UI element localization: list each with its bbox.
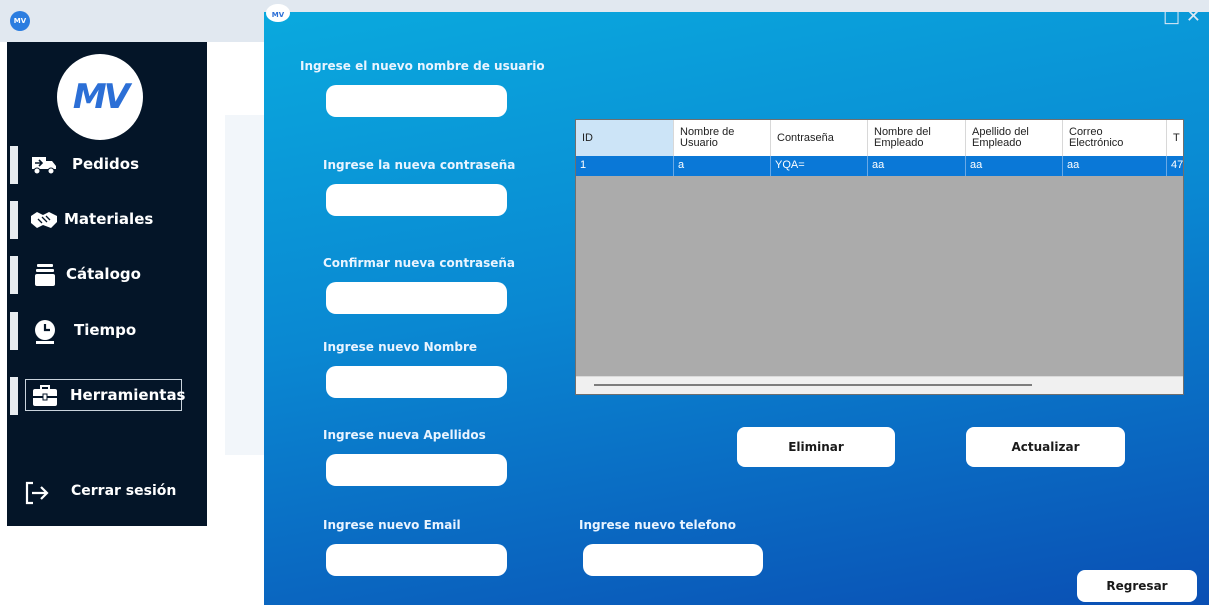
phone-input[interactable] (583, 544, 763, 576)
users-grid[interactable]: ID Nombre de Usuario Contraseña Nombre d… (575, 119, 1184, 395)
sidebar-item-label: Materiales (64, 210, 154, 228)
table-cell[interactable]: aa (1063, 156, 1167, 176)
minimize-icon[interactable]: □ (1163, 6, 1180, 27)
table-cell[interactable]: a (674, 156, 771, 176)
sidebar-item-label: Tiempo (74, 321, 137, 339)
logout-button[interactable]: Cerrar sesión (7, 474, 207, 512)
name-input[interactable] (326, 366, 507, 398)
name-label: Ingrese nuevo Nombre (323, 340, 478, 354)
table-cell[interactable]: 1 (576, 156, 674, 176)
email-label: Ingrese nuevo Email (323, 518, 461, 532)
nav-indicator (10, 201, 18, 239)
column-header[interactable]: Nombre del Empleado (868, 120, 966, 156)
sidebar-item-tiempo[interactable]: Tiempo (7, 312, 207, 350)
outer-content-panel (225, 115, 265, 455)
nav-indicator (10, 377, 18, 415)
sidebar-item-materiales[interactable]: Materiales (7, 201, 207, 239)
clock-icon (32, 319, 58, 344)
brand-logo: MV (57, 54, 143, 140)
sidebar-item-label: Cátalogo (66, 265, 141, 283)
window-controls: □ ✕ (1163, 6, 1201, 27)
close-icon[interactable]: ✕ (1186, 6, 1201, 27)
logout-icon (24, 481, 50, 505)
toolbox-icon (32, 384, 58, 408)
username-input[interactable] (326, 85, 507, 117)
horizontal-scrollbar[interactable] (576, 376, 1183, 394)
column-header[interactable]: Nombre de Usuario (674, 120, 771, 156)
table-cell[interactable]: YQA= (771, 156, 868, 176)
phone-label: Ingrese nuevo telefono (579, 518, 736, 532)
delete-button[interactable]: Eliminar (737, 427, 895, 467)
sidebar-item-catalogo[interactable]: Cátalogo (7, 256, 207, 294)
confirm-password-label: Confirmar nueva contraseña (323, 256, 515, 270)
table-cell[interactable]: aa (868, 156, 966, 176)
sidebar: MV Pedidos Materiales Cátalogo Tiempo He… (7, 42, 207, 526)
password-input[interactable] (326, 184, 507, 216)
sidebar-item-label: Herramientas (70, 386, 186, 404)
sidebar-item-herramientas[interactable]: Herramientas (7, 377, 207, 415)
username-label: Ingrese el nuevo nombre de usuario (300, 59, 545, 73)
nav-indicator (10, 146, 18, 184)
lastname-input[interactable] (326, 454, 507, 486)
sidebar-item-pedidos[interactable]: Pedidos (7, 146, 207, 184)
column-header[interactable]: T (1167, 120, 1183, 156)
sidebar-item-label: Pedidos (72, 155, 140, 173)
confirm-password-input[interactable] (326, 282, 507, 314)
truck-icon (31, 153, 57, 177)
grid-header: ID Nombre de Usuario Contraseña Nombre d… (576, 120, 1183, 157)
logout-label: Cerrar sesión (71, 483, 177, 499)
back-button[interactable]: Regresar (1077, 570, 1197, 602)
scrollbar-thumb[interactable] (594, 384, 1032, 386)
password-label: Ingrese la nueva contraseña (323, 158, 516, 172)
table-cell[interactable]: aa (966, 156, 1063, 176)
column-header[interactable]: ID (576, 120, 674, 156)
email-input[interactable] (326, 544, 507, 576)
nav-indicator (10, 256, 18, 294)
column-header[interactable]: Contraseña (771, 120, 868, 156)
window-logo-icon: MV (266, 4, 290, 22)
column-header[interactable]: Apellido del Empleado (966, 120, 1063, 156)
layers-icon (32, 263, 58, 287)
column-header[interactable]: Correo Electrónico (1063, 120, 1167, 156)
nav-indicator (10, 312, 18, 350)
app-logo-icon: MV (10, 11, 30, 31)
table-row[interactable]: 1 a YQA= aa aa aa 47 (576, 156, 1183, 176)
update-button[interactable]: Actualizar (966, 427, 1125, 467)
lastname-label: Ingrese nueva Apellidos (323, 428, 486, 442)
handshake-icon (29, 208, 57, 232)
table-cell[interactable]: 47 (1167, 156, 1183, 176)
edit-user-window: MV □ ✕ Ingrese el nuevo nombre de usuari… (264, 4, 1209, 605)
